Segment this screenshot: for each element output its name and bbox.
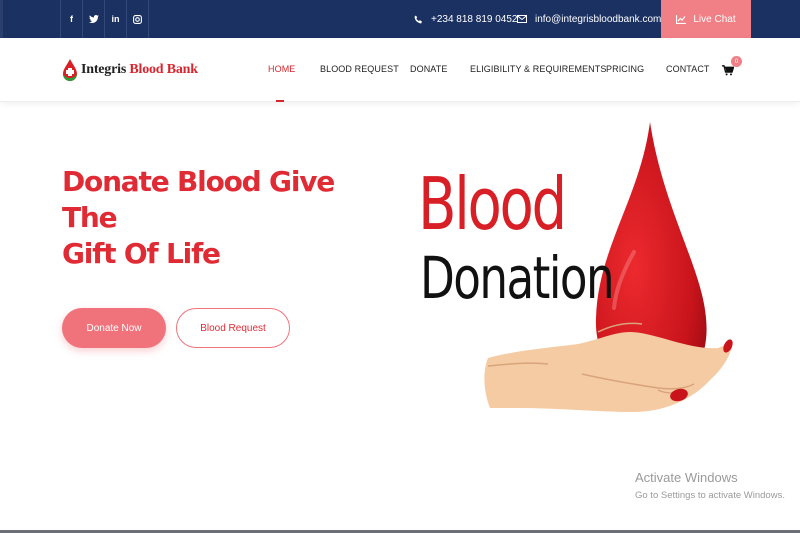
windows-activation-watermark: Activate Windows Go to Settings to activ…	[635, 470, 785, 503]
envelope-icon	[517, 15, 527, 23]
blood-drop-logo-icon	[63, 59, 77, 81]
illustration-word-blood: Blood	[418, 162, 567, 246]
phone-number: +234 818 819 0452	[431, 13, 518, 25]
email-contact[interactable]: info@integrisbloodbank.com	[517, 0, 661, 38]
watermark-subtitle: Go to Settings to activate Windows.	[635, 490, 785, 501]
phone-icon	[414, 14, 422, 23]
twitter-icon[interactable]	[83, 0, 105, 38]
top-bar: f in +234 818 819 0452 info@integrisbloo…	[0, 0, 800, 38]
facebook-icon[interactable]: f	[61, 0, 83, 38]
nav-contact[interactable]: CONTACT	[666, 64, 710, 74]
nav-blood-request[interactable]: BLOOD REQUEST	[320, 64, 399, 74]
nav-pricing[interactable]: PRICING	[606, 64, 644, 74]
instagram-icon[interactable]	[127, 0, 149, 38]
linkedin-icon[interactable]: in	[105, 0, 127, 38]
illustration-word-donation: Donation	[420, 244, 615, 312]
chart-icon	[676, 14, 687, 24]
phone-contact[interactable]: +234 818 819 0452	[414, 0, 517, 38]
hero-title-line1: Donate Blood Give The	[62, 165, 335, 234]
blood-request-button[interactable]: Blood Request	[176, 308, 290, 348]
hero-title: Donate Blood Give The Gift Of Life	[62, 164, 392, 272]
logo-text: Integris Blood Bank	[81, 62, 198, 77]
topbar-edge	[0, 0, 3, 38]
email-address: info@integrisbloodbank.com	[535, 13, 662, 25]
main-navigation: Integris Blood Bank HOME BLOOD REQUEST D…	[0, 38, 800, 102]
cart-count-badge: 0	[731, 56, 742, 67]
live-chat-button[interactable]: Live Chat	[661, 0, 751, 38]
nav-eligibility-requirements[interactable]: ELIGIBILITY & REQUIREMENTS	[470, 64, 606, 74]
donate-now-button[interactable]: Donate Now	[62, 308, 166, 348]
hero-title-line2: Gift Of Life	[62, 237, 221, 270]
active-nav-indicator	[276, 100, 284, 102]
nav-home[interactable]: HOME	[268, 64, 295, 74]
site-logo[interactable]: Integris Blood Bank	[62, 56, 198, 84]
nav-donate[interactable]: DONATE	[410, 64, 447, 74]
live-chat-label: Live Chat	[693, 13, 736, 25]
watermark-title: Activate Windows	[635, 470, 738, 485]
social-links: f in	[60, 0, 149, 38]
